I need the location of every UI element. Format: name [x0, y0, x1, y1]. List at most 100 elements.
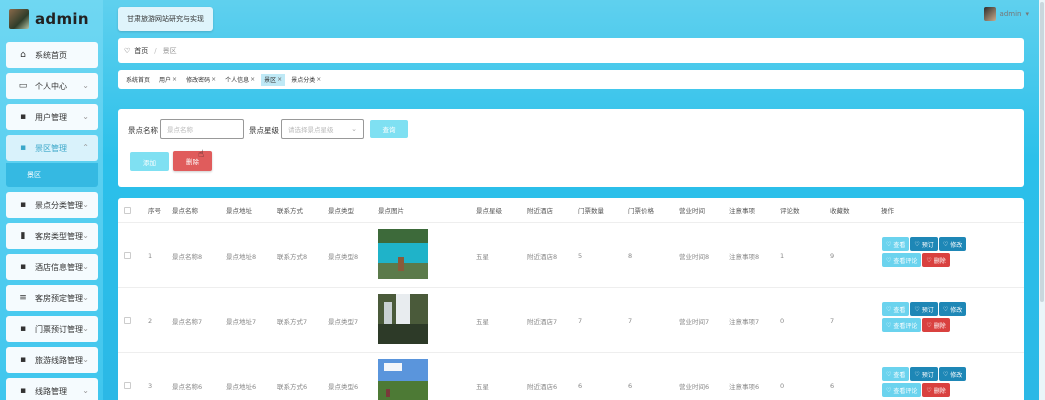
col-address: 景点地址 [226, 207, 252, 215]
col-hotel: 附近酒店 [527, 207, 553, 215]
view-comments-button[interactable]: ♡ 查看评论 [882, 318, 922, 332]
cell-star: 五星 [476, 252, 489, 261]
cell-index: 1 [148, 251, 153, 260]
search-button[interactable]: 查询 [370, 120, 408, 138]
level-label: 景点星级 [249, 126, 279, 135]
tab-users[interactable]: 用户 × [156, 74, 180, 86]
close-icon[interactable]: × [277, 76, 282, 83]
tab-home[interactable]: 系统首页 [123, 74, 153, 86]
edit-button[interactable]: ♡ 修改 [938, 237, 967, 251]
search-panel: 景点名称 景点名称 景点星级 请选择景点星级 ⌄ 查询 添加 删除 ☝ [118, 109, 1024, 187]
sidebar-item-label: 线路管理 [35, 386, 67, 396]
chevron-down-icon: ⌄ [82, 293, 89, 302]
sidebar-item-users[interactable]: ▪ 用户管理 ⌄ [6, 104, 98, 130]
cell-type: 景点类型6 [328, 382, 359, 391]
tab-label: 个人信息 [225, 77, 250, 84]
select-all-checkbox[interactable] [124, 198, 131, 222]
row-checkbox[interactable] [124, 223, 131, 288]
chevron-down-icon: ⌄ [82, 200, 89, 209]
row-delete-button[interactable]: ♡ 删除 [922, 253, 950, 267]
sidebar-item-ticket[interactable]: ▪ 门票预订管理 ⌄ [6, 316, 98, 342]
logo: admin [0, 0, 103, 38]
sidebar-item-hotel[interactable]: ▪ 酒店信息管理 ⌄ [6, 254, 98, 280]
row-actions: ♡ 查看 ♡ 预订 ♡ 修改 ♡ 查看评论 ♡ 删除 [882, 302, 982, 334]
cell-price: 8 [628, 251, 633, 260]
breadcrumb-current: 景区 [162, 46, 177, 55]
cell-contact: 联系方式7 [277, 317, 308, 326]
user-menu[interactable]: admin ▾ [983, 7, 1029, 21]
sidebar-item-label: 系统首页 [35, 50, 67, 60]
cell-name: 景点名称6 [172, 382, 203, 391]
row-delete-button[interactable]: ♡ 删除 [922, 318, 950, 332]
sidebar-menu: ⌂ 系统首页 ▭ 个人中心 ⌄ ▪ 用户管理 ⌄ ▪ 景区管理 ⌃ 景区 ▪ 景点分类管理 ⌄ ▮… [0, 38, 103, 400]
cell-hours: 营业时间8 [679, 252, 710, 261]
cell-price: 6 [628, 381, 633, 390]
col-star: 景点星级 [476, 207, 502, 215]
avatar [983, 7, 996, 21]
sidebar-item-scenic[interactable]: ▪ 景区管理 ⌃ [6, 135, 98, 161]
data-table: 序号 景点名称 景点地址 联系方式 景点类型 景点图片 景点星级 附近酒店 门票… [118, 198, 1024, 400]
close-icon[interactable]: × [211, 76, 216, 83]
scrollbar-thumb[interactable] [1040, 2, 1044, 302]
tab-scenic[interactable]: 景区 × [261, 73, 286, 86]
chevron-up-icon: ⌃ [82, 143, 89, 152]
sidebar-item-room-booking[interactable]: ≡ 客房预定管理 ⌄ [6, 285, 98, 311]
view-button[interactable]: ♡ 查看 [882, 237, 910, 251]
row-delete-button[interactable]: ♡ 删除 [922, 383, 950, 397]
view-button[interactable]: ♡ 查看 [882, 302, 910, 316]
edit-button[interactable]: ♡ 修改 [938, 367, 967, 381]
add-button[interactable]: 添加 [130, 152, 169, 171]
edit-button[interactable]: ♡ 修改 [938, 302, 967, 316]
cell-comments: 0 [780, 381, 785, 390]
sidebar-item-home[interactable]: ⌂ 系统首页 [6, 42, 98, 68]
sidebar-item-category[interactable]: ▪ 景点分类管理 ⌄ [6, 192, 98, 218]
page-scrollbar[interactable] [1039, 0, 1045, 400]
sidebar-item-room-type[interactable]: ▮ 客房类型管理 ⌄ [6, 223, 98, 249]
close-icon[interactable]: × [250, 76, 255, 83]
row-checkbox[interactable] [124, 353, 131, 400]
cell-qty: 7 [578, 316, 583, 325]
col-image: 景点图片 [378, 207, 404, 215]
chevron-down-icon: ⌄ [82, 112, 89, 121]
tab-label: 修改密码 [186, 77, 211, 84]
system-name-button[interactable]: 甘肃旅游网站研究与实现 [118, 7, 213, 31]
view-comments-button[interactable]: ♡ 查看评论 [882, 253, 922, 267]
sidebar-subitem-scenic[interactable]: 景区 [6, 163, 98, 187]
cell-hotel: 附近酒店6 [527, 382, 558, 391]
view-comments-button[interactable]: ♡ 查看评论 [882, 383, 922, 397]
level-select[interactable]: 请选择景点星级 ⌄ [281, 119, 364, 139]
chevron-down-icon: ⌄ [351, 125, 357, 133]
sidebar-item-label: 旅游线路管理 [35, 355, 83, 365]
cell-favs: 9 [830, 251, 835, 260]
cell-hotel: 附近酒店7 [527, 317, 558, 326]
sidebar-item-profile[interactable]: ▭ 个人中心 ⌄ [6, 73, 98, 99]
close-icon[interactable]: × [172, 76, 177, 83]
cell-favs: 7 [830, 316, 835, 325]
grid-icon: ▪ [19, 143, 27, 153]
scenic-image [378, 359, 428, 400]
table-row: 2 景点名称7 景点地址7 联系方式7 景点类型7 五星 附近酒店7 7 7 营… [118, 287, 1024, 352]
sidebar-item-line[interactable]: ▪ 线路管理 ⌄ [6, 378, 98, 400]
cell-comments: 0 [780, 316, 785, 325]
col-qty: 门票数量 [578, 207, 604, 215]
row-checkbox[interactable] [124, 288, 131, 353]
view-button[interactable]: ♡ 查看 [882, 367, 910, 381]
book-button[interactable]: ♡ 预订 [910, 237, 938, 251]
cell-qty: 5 [578, 251, 583, 260]
row-actions: ♡ 查看 ♡ 预订 ♡ 修改 ♡ 查看评论 ♡ 删除 [882, 367, 982, 399]
cell-qty: 6 [578, 381, 583, 390]
delete-button[interactable]: 删除 [173, 151, 212, 171]
book-button[interactable]: ♡ 预订 [910, 302, 938, 316]
logo-image [9, 9, 29, 29]
tab-password[interactable]: 修改密码 × [183, 74, 219, 86]
book-button[interactable]: ♡ 预订 [910, 367, 938, 381]
tab-category[interactable]: 景点分类 × [288, 74, 324, 86]
breadcrumb-home[interactable]: 首页 [134, 46, 148, 56]
name-input[interactable]: 景点名称 [160, 119, 244, 139]
cell-contact: 联系方式6 [277, 382, 308, 391]
tab-profile[interactable]: 个人信息 × [222, 74, 258, 86]
close-icon[interactable]: × [316, 76, 321, 83]
sidebar-item-route[interactable]: ▪ 旅游线路管理 ⌄ [6, 347, 98, 373]
sidebar-item-label: 门票预订管理 [35, 324, 83, 334]
mouse-cursor: ☝ [198, 149, 205, 160]
